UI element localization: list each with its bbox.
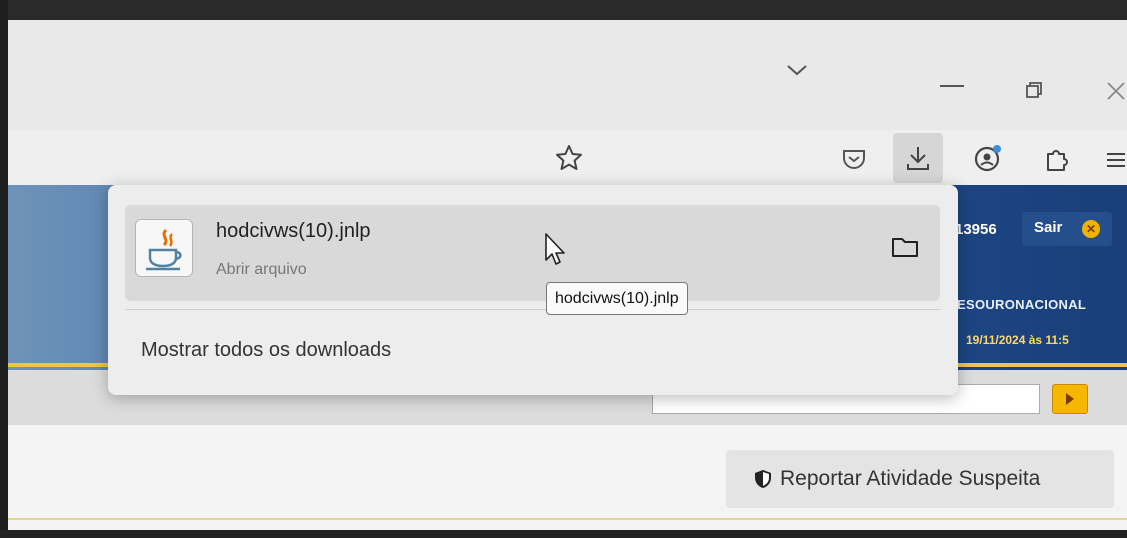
shield-icon (754, 469, 772, 489)
java-file-icon (135, 219, 193, 277)
login-datetime: 19/11/2024 às 11:5 (966, 333, 1069, 347)
screen-bezel-left (0, 0, 8, 538)
report-button-label: Reportar Atividade Suspeita (780, 467, 1041, 490)
mouse-cursor-icon (544, 232, 568, 268)
extensions-icon[interactable] (1040, 142, 1074, 176)
report-suspicious-activity-button[interactable]: Reportar Atividade Suspeita (726, 450, 1114, 508)
download-item[interactable]: hodcivws(10).jnlp Abrir arquivo (125, 205, 940, 301)
logout-label: Sair (1034, 219, 1063, 236)
organization-name: ESOURONACIONAL (957, 297, 1087, 312)
account-icon[interactable] (970, 140, 1006, 176)
content-divider (8, 518, 1127, 520)
download-status: Abrir arquivo (216, 261, 307, 278)
bookmark-star-icon[interactable] (553, 142, 585, 174)
search-go-button[interactable] (1052, 384, 1088, 414)
screen-bezel-top (0, 0, 1127, 20)
downloads-panel: hodcivws(10).jnlp Abrir arquivo Mostrar … (108, 185, 958, 395)
download-filename: hodcivws(10).jnlp (216, 220, 371, 242)
folder-icon (892, 238, 918, 257)
maximize-button[interactable] (1025, 82, 1043, 106)
screen-bezel-bottom (0, 530, 1127, 538)
pocket-icon[interactable] (839, 144, 869, 174)
filename-tooltip: hodcivws(10).jnlp (546, 282, 688, 315)
logout-button[interactable]: Sair ✕ (1022, 212, 1112, 246)
minimize-button[interactable] (938, 72, 966, 95)
logout-close-icon: ✕ (1082, 220, 1100, 238)
menu-icon[interactable] (1103, 146, 1127, 174)
panel-divider (125, 309, 940, 310)
close-window-button[interactable] (1105, 80, 1127, 108)
show-all-downloads-button[interactable]: Mostrar todos os downloads (141, 339, 391, 362)
open-folder-button[interactable] (885, 227, 925, 267)
user-id-label: 13956 (955, 221, 997, 238)
tab-list-chevron-icon[interactable] (784, 62, 810, 86)
download-icon[interactable] (893, 133, 943, 183)
